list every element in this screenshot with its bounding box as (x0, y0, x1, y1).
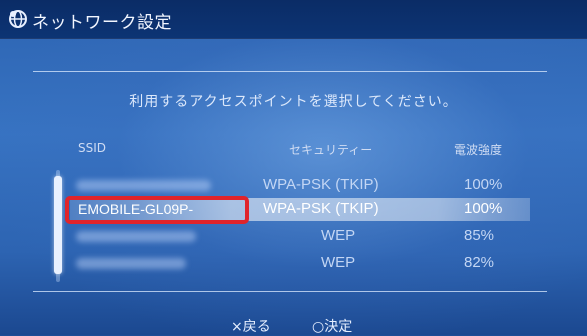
obscured-ssid (76, 231, 196, 242)
network-row[interactable]: WPA-PSK (TKIP) 100% (70, 174, 530, 197)
column-header-security: セキュリティー (289, 143, 373, 157)
screen: ネットワーク設定 利用するアクセスポイントを選択してください。 SSID セキュ… (0, 0, 587, 335)
network-signal: 100% (464, 200, 503, 217)
back-button[interactable]: ×戻る (231, 316, 271, 336)
window-title: ネットワーク設定 (32, 13, 172, 33)
instruction-text: 利用するアクセスポイントを選択してください。 (129, 94, 458, 110)
network-signal: 100% (464, 176, 503, 193)
top-divider (33, 71, 547, 72)
network-security: WEP (321, 254, 356, 271)
scrollbar-thumb[interactable] (54, 176, 62, 274)
selected-ssid-highlight (65, 196, 249, 224)
column-header-ssid: SSID (78, 141, 107, 155)
network-row[interactable]: WEP 82% (70, 252, 530, 275)
title-bar: ネットワーク設定 (0, 0, 587, 39)
network-security: WEP (321, 227, 356, 244)
confirm-button[interactable]: ○決定 (312, 316, 352, 336)
obscured-ssid (76, 258, 186, 269)
network-globe-icon (9, 10, 27, 28)
network-row[interactable]: WEP 85% (70, 225, 530, 248)
network-signal: 85% (464, 227, 495, 244)
network-signal: 82% (464, 254, 495, 271)
bottom-divider (33, 291, 547, 292)
network-security: WPA-PSK (TKIP) (263, 176, 379, 193)
obscured-ssid (76, 180, 211, 191)
network-security: WPA-PSK (TKIP) (263, 200, 379, 217)
column-header-signal: 電波強度 (454, 143, 503, 157)
